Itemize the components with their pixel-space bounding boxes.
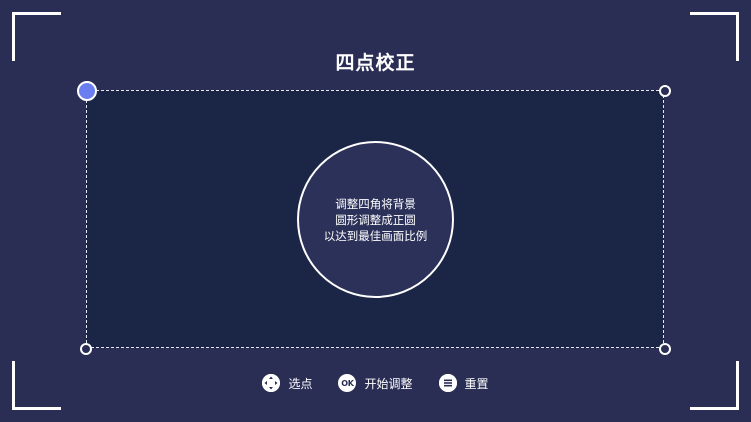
- hint-label: 重置: [464, 376, 489, 391]
- instruction-line: 以达到最佳画面比例: [323, 228, 428, 243]
- ok-button-icon: OK: [338, 374, 357, 392]
- corner-handle-bottom-left[interactable]: [80, 343, 92, 355]
- corner-handle-bottom-right[interactable]: [659, 343, 671, 355]
- instruction-line: 调整四角将背景: [335, 196, 416, 211]
- control-hints: 选点 OK 开始调整 重置: [0, 373, 751, 393]
- dpad-icon: [262, 374, 281, 392]
- hint-start-adjust[interactable]: OK 开始调整: [338, 374, 413, 392]
- hint-reset[interactable]: 重置: [438, 374, 489, 392]
- corner-handle-top-right[interactable]: [659, 85, 671, 97]
- menu-icon: [438, 374, 457, 392]
- hint-label: 开始调整: [364, 376, 413, 391]
- ok-icon-text: OK: [341, 378, 354, 388]
- keystone-screen: 四点校正 调整四角将背景 圆形调整成正圆 以达到最佳画面比例 选点 OK 开始调…: [0, 0, 751, 422]
- reference-circle: 调整四角将背景 圆形调整成正圆 以达到最佳画面比例: [297, 141, 454, 298]
- hint-select-point[interactable]: 选点: [262, 374, 312, 392]
- page-title: 四点校正: [335, 52, 416, 74]
- hint-label: 选点: [288, 376, 313, 391]
- instruction-line: 圆形调整成正圆: [335, 212, 416, 227]
- corner-handle-top-left[interactable]: [77, 81, 97, 101]
